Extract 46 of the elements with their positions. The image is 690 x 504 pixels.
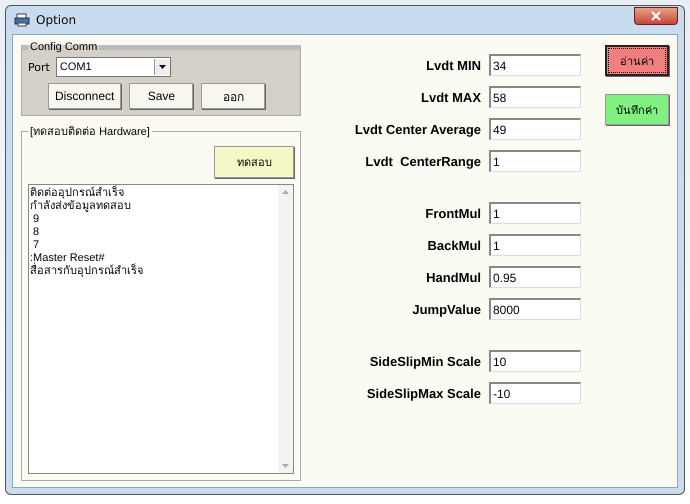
log-line: 9: [32, 213, 40, 226]
caret-down-icon: [158, 65, 166, 69]
scroll-down-icon[interactable]: [282, 464, 290, 468]
comm-button[interactable]: Disconnect: [48, 83, 122, 109]
log-line: สื่อสารกับอุปกรณ์สำเร็จ: [30, 265, 278, 278]
close-icon: [651, 11, 661, 21]
field-label: Lvdt MIN: [426, 58, 481, 72]
field-label: Lvdt MAX: [421, 90, 481, 104]
test-button[interactable]: ทดสอบ: [214, 146, 294, 178]
log-line: 8: [32, 226, 40, 239]
value-field[interactable]: 34: [489, 54, 581, 76]
value-field[interactable]: -10: [489, 382, 581, 404]
printer-icon: [14, 13, 30, 27]
field-label: HandMul: [426, 270, 481, 284]
field-label: Lvdt Center Average: [354, 122, 481, 136]
log-line: กำลังส่งข้อมูลทดสอบ: [30, 200, 132, 213]
field-label: FrontMul: [425, 206, 481, 220]
log-line: 7: [32, 239, 40, 252]
value-field[interactable]: 10: [489, 350, 581, 372]
comm-button[interactable]: Save: [129, 83, 194, 109]
value-field[interactable]: 8000: [489, 298, 581, 320]
window-title: Option: [36, 13, 76, 27]
log-line: ติดต่ออุปกรณ์สำเร็จ: [30, 187, 125, 200]
value-field[interactable]: 1: [489, 234, 581, 256]
action-button[interactable]: อ่านค่า: [605, 45, 669, 76]
scroll-up-icon[interactable]: [282, 190, 290, 194]
group-title: [ทดสอบติดต่อ Hardware]: [29, 125, 151, 140]
action-button[interactable]: บันทึกค่า: [605, 94, 669, 125]
value-field[interactable]: 1: [489, 202, 581, 224]
field-label: BackMul: [428, 238, 481, 252]
port-dropdown[interactable]: COM1: [56, 57, 171, 77]
value-field[interactable]: 1: [489, 150, 581, 172]
value-field[interactable]: 49: [489, 118, 581, 140]
log-textarea[interactable]: ติดต่ออุปกรณ์สำเร็จ กำลังส่งข้อมูลทดสอบ 9 8 7 :Master Reset# สื่อสารกับอุปกรณ์สำเร็จ: [28, 184, 294, 474]
comm-button[interactable]: ออก: [201, 83, 266, 109]
scrollbar[interactable]: [278, 185, 294, 473]
field-label: Lvdt CenterRange: [365, 154, 481, 168]
value-field[interactable]: 0.95: [489, 266, 581, 288]
group-title: Config Comm: [29, 41, 98, 53]
log-line: :Master Reset#: [30, 252, 105, 264]
field-label: JumpValue: [412, 302, 481, 316]
field-label: SideSlipMax Scale: [366, 386, 481, 400]
value-field[interactable]: 58: [489, 86, 581, 108]
close-button[interactable]: [634, 7, 678, 25]
port-label: Port: [28, 60, 50, 74]
field-label: SideSlipMin Scale: [370, 354, 481, 368]
